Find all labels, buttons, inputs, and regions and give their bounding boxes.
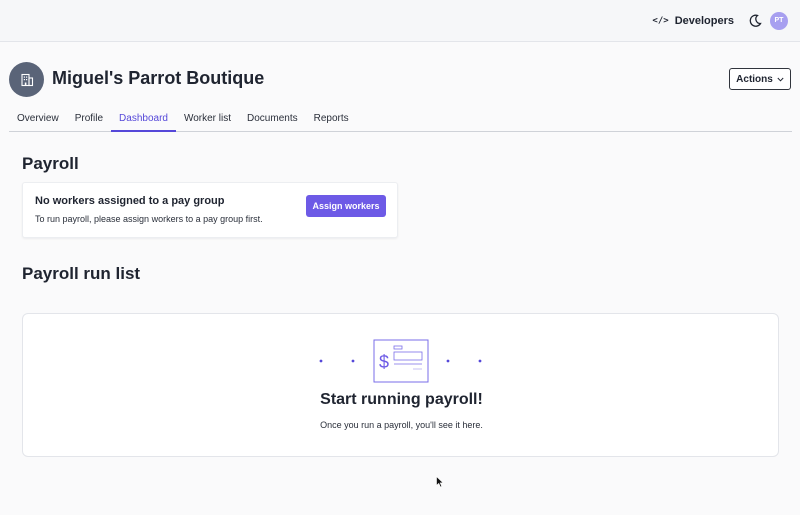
- code-icon: </>: [652, 15, 669, 26]
- developers-label: Developers: [674, 14, 734, 27]
- building-icon: [20, 73, 33, 86]
- chevron-down-icon: [777, 77, 784, 82]
- tab-worker-list[interactable]: Worker list: [176, 108, 239, 132]
- avatar[interactable]: PT: [770, 11, 788, 30]
- empty-state-description: Once you run a payroll, you'll see it he…: [320, 420, 483, 430]
- tab-documents[interactable]: Documents: [239, 108, 306, 132]
- empty-state-title: Start running payroll!: [320, 391, 483, 408]
- assign-workers-button[interactable]: Assign workers: [306, 195, 386, 217]
- page-title: Miguel's Parrot Boutique: [52, 68, 265, 88]
- actions-button[interactable]: Actions: [729, 68, 791, 90]
- mouse-cursor-icon: [436, 476, 444, 488]
- dollar-sign: $: [379, 352, 389, 372]
- top-bar: </> Developers PT: [0, 0, 800, 42]
- actions-label: Actions: [736, 73, 773, 85]
- tab-dashboard[interactable]: Dashboard: [111, 108, 176, 132]
- tab-reports[interactable]: Reports: [306, 108, 357, 132]
- payroll-notice-card: No workers assigned to a pay group To ru…: [22, 182, 398, 238]
- company-logo: [9, 62, 44, 97]
- notice-description: To run payroll, please assign workers to…: [35, 214, 263, 224]
- tab-profile[interactable]: Profile: [67, 108, 111, 132]
- payroll-heading: Payroll: [22, 154, 79, 173]
- developers-link[interactable]: </> Developers: [652, 15, 734, 27]
- notice-title: No workers assigned to a pay group: [35, 195, 225, 207]
- tab-bar: Overview Profile Dashboard Worker list D…: [9, 108, 792, 132]
- payroll-run-list-heading: Payroll run list: [22, 264, 141, 283]
- payroll-check-illustration: $: [319, 339, 482, 383]
- moon-icon[interactable]: [748, 14, 762, 28]
- payroll-run-list-empty-state: $ Start running payroll! Once you run a …: [22, 313, 779, 457]
- tab-overview[interactable]: Overview: [9, 108, 67, 132]
